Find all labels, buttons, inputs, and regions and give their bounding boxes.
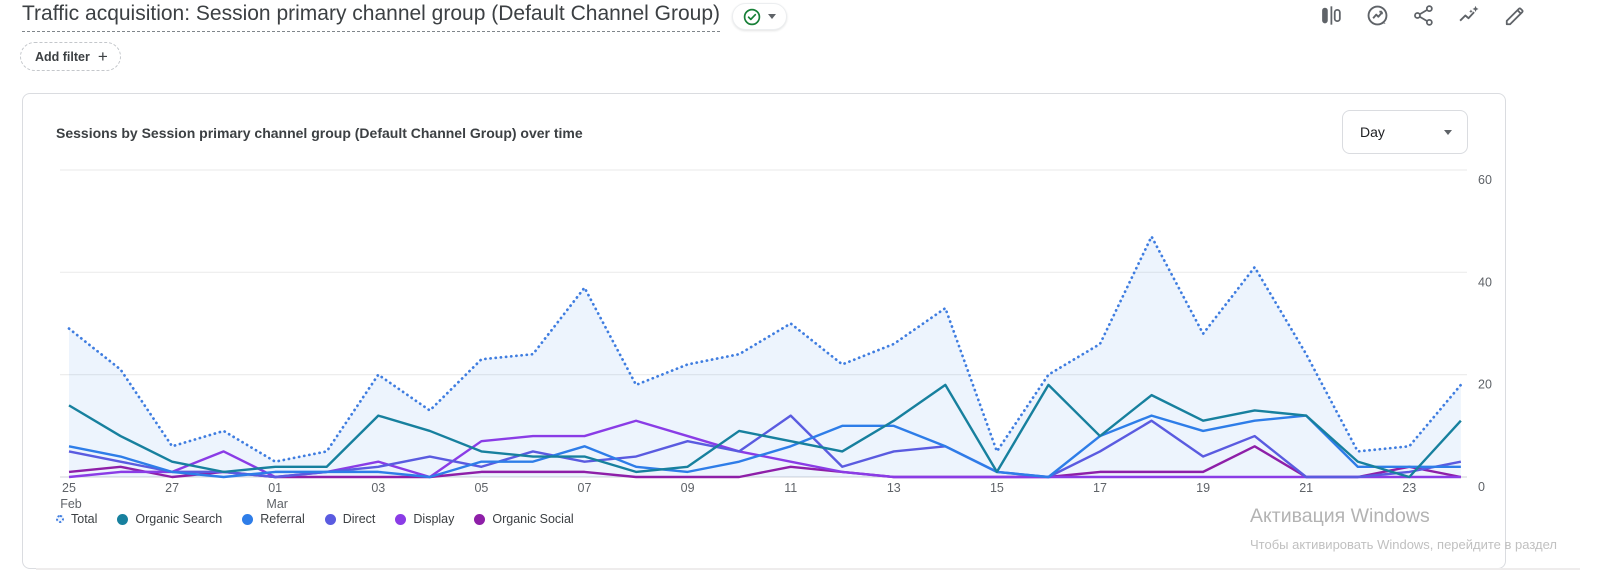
x-axis-label: 11 [784, 481, 797, 495]
legend-item-organic-social[interactable]: Organic Social [474, 512, 574, 526]
y-axis-label: 20 [1478, 378, 1492, 392]
plus-icon: + [97, 47, 108, 66]
page-title[interactable]: Traffic acquisition: Session primary cha… [22, 2, 721, 32]
legend-item-organic-search[interactable]: Organic Search [117, 512, 222, 526]
legend-marker [117, 513, 129, 525]
legend-item-direct[interactable]: Direct [324, 512, 376, 526]
x-axis-label: 21 [1299, 481, 1313, 495]
check-circle-icon [743, 8, 761, 26]
y-axis-label: 40 [1478, 275, 1492, 289]
section-divider [36, 568, 1580, 570]
legend-marker [324, 513, 336, 525]
chevron-down-icon [768, 14, 777, 19]
legend-marker [395, 513, 407, 525]
y-axis-label: 60 [1478, 173, 1492, 187]
sessions-line-chart[interactable]: 0 20 40 60 25 Feb 27 01 Mar 03 05 07 09 11 13 15 17 19 21 2… [38, 158, 1498, 514]
comparison-icon[interactable] [1319, 3, 1344, 28]
legend-label: Referral [260, 512, 305, 526]
report-status-pill[interactable] [732, 3, 788, 30]
legend-label: Organic Search [135, 512, 223, 526]
add-filter-button[interactable]: Add filter + [20, 42, 121, 71]
granularity-select[interactable]: Day [1342, 110, 1468, 154]
chart-title: Sessions by Session primary channel grou… [56, 125, 583, 141]
legend-marker [56, 515, 64, 523]
insights-sparkle-icon[interactable] [1457, 3, 1482, 28]
legend-marker [242, 513, 254, 525]
x-axis-month-label: Feb [60, 497, 82, 511]
x-axis-label: 09 [681, 481, 695, 495]
x-axis-label: 19 [1196, 481, 1210, 495]
x-axis-label: 17 [1093, 481, 1107, 495]
report-header: Traffic acquisition: Session primary cha… [22, 2, 788, 32]
legend-label: Organic Social [492, 512, 574, 526]
add-filter-label: Add filter [35, 49, 90, 64]
y-axis-label: 0 [1478, 480, 1485, 494]
x-axis-label: 23 [1402, 481, 1416, 495]
legend-item-display[interactable]: Display [395, 512, 454, 526]
x-axis-label: 07 [578, 481, 592, 495]
legend-item-referral[interactable]: Referral [242, 512, 305, 526]
legend-label: Direct [342, 512, 376, 526]
x-axis-label: 01 [268, 481, 282, 495]
granularity-value: Day [1360, 124, 1385, 140]
x-axis-label: 05 [474, 481, 488, 495]
share-icon[interactable] [1411, 3, 1436, 28]
x-axis-label: 27 [165, 481, 179, 495]
x-axis-label: 25 [62, 481, 76, 495]
edit-pencil-icon[interactable] [1503, 3, 1528, 28]
x-axis-label: 03 [371, 481, 385, 495]
legend-item-total[interactable]: Total [56, 512, 97, 526]
x-axis-label: 15 [990, 481, 1004, 495]
legend-label: Display [413, 512, 455, 526]
x-axis-month-label: Mar [266, 497, 288, 511]
insights-circle-icon[interactable] [1365, 3, 1390, 28]
chart-legend: Total Organic Search Referral Direct Display… [56, 512, 574, 526]
legend-marker [474, 513, 486, 525]
legend-label: Total [71, 512, 98, 526]
report-toolbar [1319, 3, 1528, 28]
chevron-down-icon [1444, 129, 1452, 135]
x-axis-label: 13 [887, 481, 901, 495]
